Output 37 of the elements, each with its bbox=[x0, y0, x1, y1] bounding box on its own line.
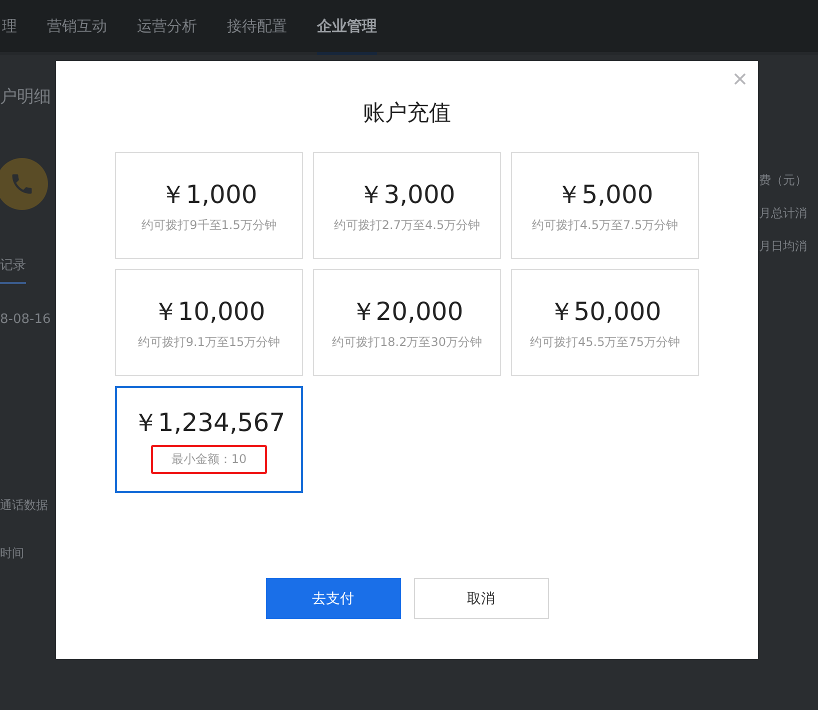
nav-tab[interactable]: 理 bbox=[2, 0, 17, 55]
amount-text: ￥1,000 bbox=[160, 178, 258, 210]
amount-option[interactable]: ￥20,000 约可拨打18.2万至30万分钟 bbox=[313, 269, 501, 376]
amount-option[interactable]: ￥10,000 约可拨打9.1万至15万分钟 bbox=[115, 269, 303, 376]
amount-text: ￥10,000 bbox=[152, 296, 266, 328]
time-label: 时间 bbox=[0, 545, 24, 562]
call-minutes-note: 约可拨打9千至1.5万分钟 bbox=[142, 216, 276, 234]
stat-label: 月总计消 bbox=[759, 205, 807, 222]
minimum-amount-note: 最小金额：10 bbox=[151, 444, 267, 474]
nav-tab[interactable]: 接待配置 bbox=[227, 0, 287, 55]
nav-tab[interactable]: 企业管理 bbox=[317, 0, 377, 55]
close-icon[interactable] bbox=[734, 73, 746, 85]
call-minutes-note: 约可拨打45.5万至75万分钟 bbox=[530, 334, 680, 350]
nav-tab[interactable]: 营销互动 bbox=[47, 0, 107, 55]
amount-text: ￥20,000 bbox=[350, 296, 464, 328]
pay-button[interactable]: 去支付 bbox=[266, 578, 400, 619]
amount-text: ￥1,234,567 bbox=[132, 406, 286, 438]
notice-text: 通话数据 bbox=[0, 497, 48, 514]
stat-label: 费（元） bbox=[759, 172, 807, 189]
nav-tab[interactable]: 运营分析 bbox=[137, 0, 197, 55]
record-date: 8-08-16 bbox=[0, 312, 51, 327]
amount-option[interactable]: ￥50,000 约可拨打45.5万至75万分钟 bbox=[511, 269, 699, 376]
call-minutes-note: 约可拨打18.2万至30万分钟 bbox=[332, 334, 482, 350]
cancel-button[interactable]: 取消 bbox=[414, 578, 548, 619]
dialog-title: 账户充值 bbox=[363, 100, 451, 128]
amount-text: ￥5,000 bbox=[556, 178, 654, 210]
amount-option[interactable]: ￥1,000 约可拨打9千至1.5万分钟 bbox=[115, 152, 303, 259]
call-minutes-note: 约可拨打2.7万至4.5万分钟 bbox=[334, 216, 480, 234]
call-minutes-note: 约可拨打4.5万至7.5万分钟 bbox=[532, 216, 678, 234]
stat-label: 月日均消 bbox=[759, 238, 807, 255]
amount-option[interactable]: ￥5,000 约可拨打4.5万至7.5万分钟 bbox=[511, 152, 699, 259]
amount-option[interactable]: ￥3,000 约可拨打2.7万至4.5万分钟 bbox=[313, 152, 501, 259]
page-title: 户明细 bbox=[0, 86, 51, 108]
amount-option[interactable]: ￥1,234,567 最小金额：10 bbox=[115, 386, 303, 493]
amount-text: ￥3,000 bbox=[358, 178, 456, 210]
amount-text: ￥50,000 bbox=[548, 296, 662, 328]
call-minutes-note: 约可拨打9.1万至15万分钟 bbox=[138, 334, 280, 350]
